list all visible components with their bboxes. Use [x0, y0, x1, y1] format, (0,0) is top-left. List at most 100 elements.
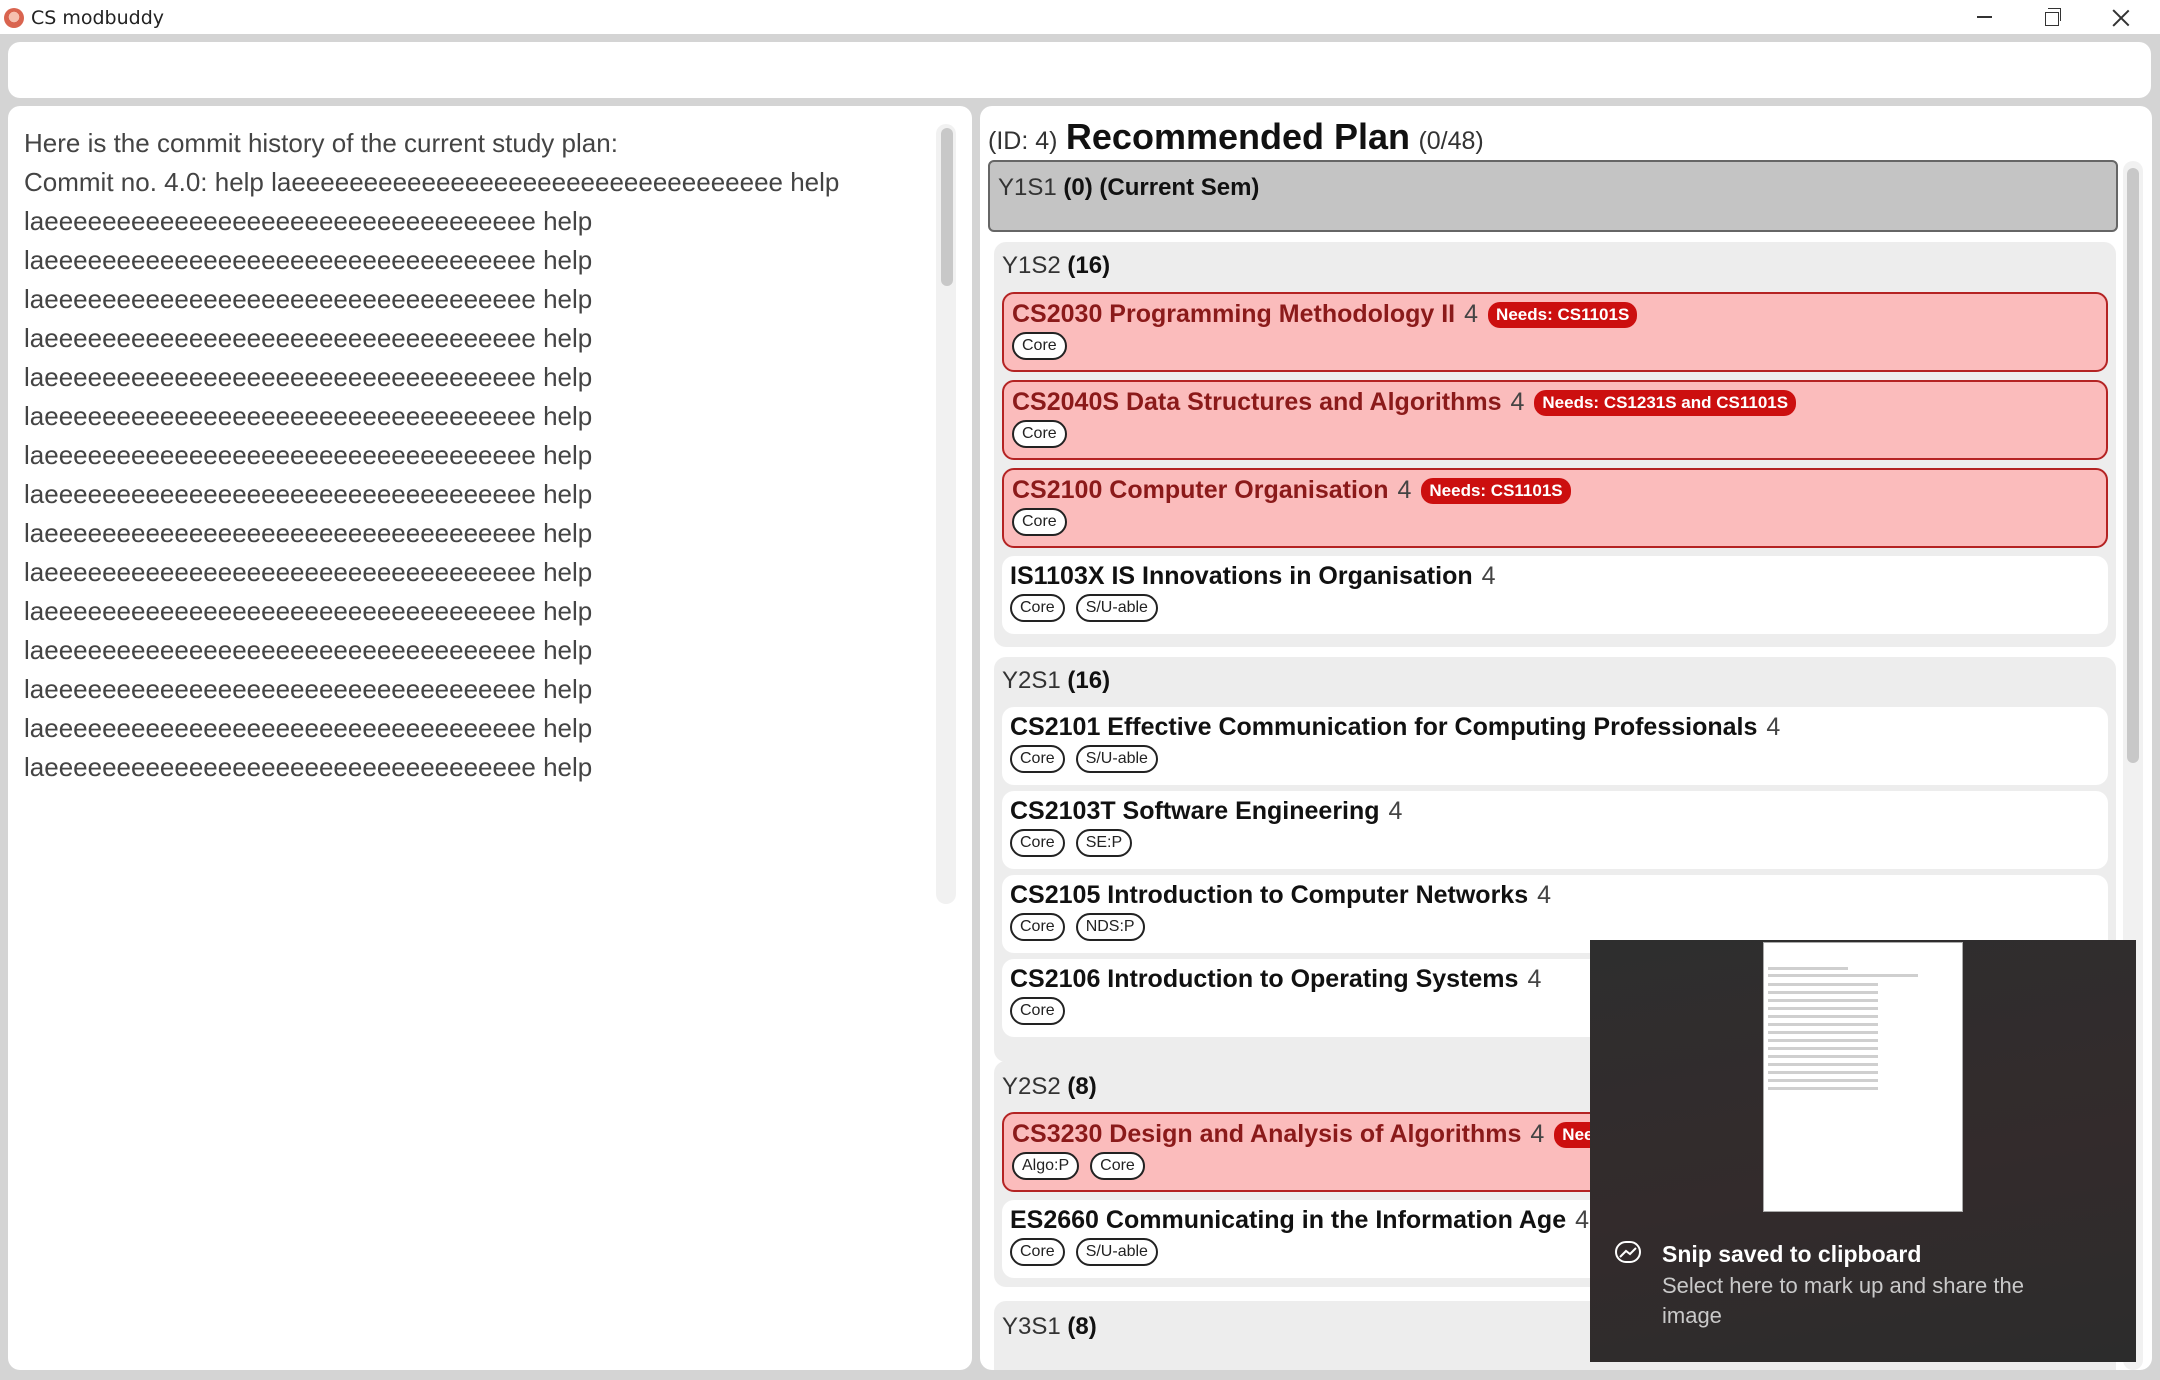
module-line: IS1103X IS Innovations in Organisation 4	[1010, 562, 1496, 591]
semester-name: Y2S2	[1002, 1073, 1061, 1100]
module-line: CS2040S Data Structures and Algorithms 4…	[1012, 388, 1797, 417]
module-credits: 4	[1510, 388, 1525, 416]
module-credits: 4	[1481, 562, 1496, 590]
tag-row: Core	[1012, 332, 1067, 360]
snip-notification[interactable]: Snip saved to clipboard Select here to m…	[1590, 940, 2136, 1362]
semester-y1s1: Y1S1 (0) (Current Sem)	[988, 160, 2118, 232]
semester-title: Y2S1 (16)	[1002, 667, 1110, 695]
current-sem-label: (Current Sem)	[1099, 174, 1260, 201]
module-title: CS2040S Data Structures and Algorithms	[1012, 388, 1502, 416]
module-title: CS2100 Computer Organisation	[1012, 476, 1389, 504]
module-card-is1103x[interactable]: IS1103X IS Innovations in Organisation 4…	[1002, 556, 2108, 634]
module-tag: Core	[1012, 508, 1067, 536]
module-credits: 4	[1530, 1120, 1545, 1148]
tag-row: Core SE:P	[1010, 829, 1133, 857]
thumbnail-line	[1768, 1079, 1878, 1082]
semester-credits: (0)	[1063, 174, 1093, 201]
tag-row: Core S/U-able	[1010, 594, 1158, 622]
module-card-cs2101[interactable]: CS2101 Effective Communication for Compu…	[1002, 707, 2108, 785]
command-input[interactable]	[8, 42, 2151, 98]
module-tag: Core	[1010, 594, 1065, 622]
module-title: CS2101 Effective Communication for Compu…	[1010, 713, 1758, 741]
semester-y1s2: Y1S2 (16) CS2030 Programming Methodology…	[994, 242, 2116, 647]
module-tag: S/U-able	[1075, 1238, 1158, 1266]
module-tag: Core	[1010, 829, 1065, 857]
thumbnail-line	[1768, 974, 1918, 977]
thumbnail-line	[1768, 1055, 1878, 1058]
thumbnail-line	[1768, 983, 1878, 986]
semester-name: Y1S1	[998, 174, 1057, 201]
tag-row: Core	[1012, 420, 1067, 448]
module-line: CS2030 Programming Methodology II 4 Need…	[1012, 300, 1638, 329]
close-button[interactable]	[2086, 0, 2154, 34]
semester-credits: (16)	[1067, 667, 1111, 694]
module-tag: Core	[1010, 997, 1065, 1025]
module-line: CS2105 Introduction to Computer Networks…	[1010, 881, 1551, 910]
module-line: CS2101 Effective Communication for Compu…	[1010, 713, 1780, 742]
semester-name: Y1S2	[1002, 252, 1061, 279]
plan-id: (ID: 4)	[988, 127, 1058, 155]
thumbnail-line	[1768, 1039, 1878, 1042]
app-icon	[4, 8, 24, 28]
module-tag: Core	[1010, 1238, 1065, 1266]
window-title: CS modbuddy	[31, 7, 165, 29]
module-line: ES2660 Communicating in the Information …	[1010, 1206, 1589, 1235]
thumbnail-line	[1768, 1007, 1878, 1010]
module-credits: 4	[1537, 881, 1552, 909]
thumbnail-line	[1768, 1087, 1878, 1090]
thumbnail-line	[1768, 1071, 1878, 1074]
module-tag: NDS:P	[1075, 913, 1145, 941]
thumbnail-line	[1768, 991, 1878, 994]
module-credits: 4	[1464, 300, 1479, 328]
module-card-cs2030[interactable]: CS2030 Programming Methodology II 4 Need…	[1002, 292, 2108, 372]
module-credits: 4	[1397, 476, 1412, 504]
plan-name: Recommended Plan	[1065, 116, 1410, 157]
module-tag: Core	[1010, 745, 1065, 773]
plan-header: (ID: 4) Recommended Plan (0/48)	[988, 116, 1484, 158]
restore-icon	[2045, 8, 2061, 26]
semester-name: Y3S1	[1002, 1313, 1061, 1340]
module-credits: 4	[1766, 713, 1781, 741]
prereq-warning-badge: Needs: CS1231S and CS1101S	[1534, 389, 1797, 416]
plan-credits: (0/48)	[1418, 127, 1484, 155]
thumbnail-line	[1768, 999, 1878, 1002]
module-line: CS2103T Software Engineering 4	[1010, 797, 1402, 826]
plan-scrollbar-thumb[interactable]	[2127, 168, 2139, 763]
module-card-cs2100[interactable]: CS2100 Computer Organisation 4 Needs: CS…	[1002, 468, 2108, 548]
semester-title: Y1S1 (0) (Current Sem)	[998, 174, 1259, 202]
thumbnail-line	[1768, 1047, 1878, 1050]
semester-credits: (8)	[1067, 1313, 1097, 1340]
module-credits: 4	[1388, 797, 1403, 825]
module-card-cs2040s[interactable]: CS2040S Data Structures and Algorithms 4…	[1002, 380, 2108, 460]
module-line: CS2106 Introduction to Operating Systems…	[1010, 965, 1541, 994]
tag-row: Core NDS:P	[1010, 913, 1145, 941]
prereq-warning-badge: Needs: CS1101S	[1421, 477, 1571, 504]
module-title: ES2660 Communicating in the Information …	[1010, 1206, 1567, 1234]
result-panel: Here is the commit history of the curren…	[8, 106, 972, 1370]
prereq-warning-badge: Needs: CS1101S	[1488, 301, 1638, 328]
module-title: CS2103T Software Engineering	[1010, 797, 1380, 825]
module-tag: Core	[1010, 913, 1065, 941]
tag-row: Core S/U-able	[1010, 745, 1158, 773]
module-tag: S/U-able	[1075, 745, 1158, 773]
snip-icon	[1615, 1241, 1641, 1263]
tag-row: Core	[1012, 508, 1067, 536]
result-scrollbar-thumb[interactable]	[941, 128, 953, 286]
result-text: Here is the commit history of the curren…	[24, 128, 840, 782]
semester-credits: (16)	[1067, 252, 1111, 279]
module-tag: Algo:P	[1012, 1152, 1080, 1180]
notification-title: Snip saved to clipboard	[1662, 1241, 1922, 1267]
semester-title: Y1S2 (16)	[1002, 252, 1110, 280]
restore-button[interactable]	[2018, 0, 2086, 34]
module-card-cs2103t[interactable]: CS2103T Software Engineering 4 Core SE:P	[1002, 791, 2108, 869]
thumbnail-line	[1768, 1031, 1878, 1034]
module-tag: Core	[1012, 332, 1067, 360]
module-line: CS3230 Design and Analysis of Algorithms…	[1012, 1120, 1665, 1149]
module-title: CS2106 Introduction to Operating Systems	[1010, 965, 1519, 993]
title-bar: CS modbuddy	[0, 0, 2160, 34]
minimize-button[interactable]	[1950, 0, 2018, 34]
snip-thumbnail	[1763, 942, 1963, 1212]
module-line: CS2100 Computer Organisation 4 Needs: CS…	[1012, 476, 1571, 505]
semester-title: Y3S1 (8)	[1002, 1313, 1097, 1341]
module-title: CS3230 Design and Analysis of Algorithms	[1012, 1120, 1522, 1148]
